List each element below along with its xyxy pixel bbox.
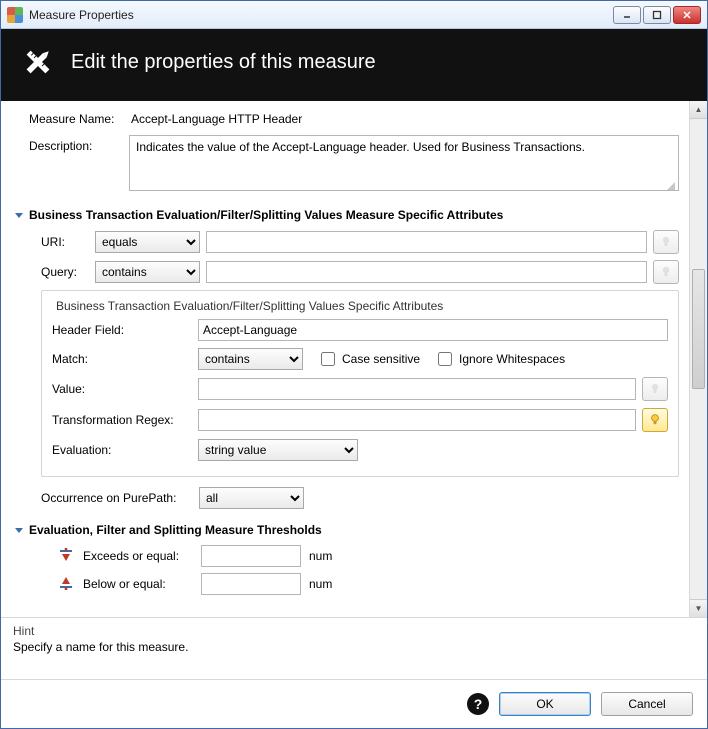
scroll-thumb[interactable] (692, 269, 705, 389)
transformation-regex-helper-button[interactable] (642, 408, 668, 432)
query-value-input[interactable] (206, 261, 647, 283)
below-input[interactable] (201, 573, 301, 595)
header-title: Edit the properties of this measure (71, 51, 376, 74)
occurrence-select[interactable]: all (199, 487, 304, 509)
query-operator-select[interactable]: contains (95, 261, 200, 283)
content: Measure Name: Accept-Language HTTP Heade… (1, 101, 689, 617)
hint-text: Specify a name for this measure. (13, 640, 695, 654)
case-sensitive-label: Case sensitive (342, 352, 420, 366)
help-icon: ? (474, 696, 483, 712)
resize-grip-icon (667, 182, 675, 190)
case-sensitive-checkbox[interactable] (321, 352, 335, 366)
collapse-icon (13, 524, 25, 536)
transformation-regex-input[interactable] (198, 409, 636, 431)
maximize-button[interactable] (643, 6, 671, 24)
exceeds-label: Exceeds or equal: (83, 549, 193, 563)
exceeds-icon (57, 547, 75, 566)
minimize-button[interactable] (613, 6, 641, 24)
app-icon (7, 7, 23, 23)
uri-value-input[interactable] (206, 231, 647, 253)
cancel-button[interactable]: Cancel (601, 692, 693, 716)
uri-operator-select[interactable]: equals (95, 231, 200, 253)
specific-attributes-fieldset: Business Transaction Evaluation/Filter/S… (41, 290, 679, 477)
section-thresholds-title: Evaluation, Filter and Splitting Measure… (29, 523, 322, 537)
header-field-input[interactable] (198, 319, 668, 341)
collapse-icon (13, 209, 25, 221)
bulb-icon (648, 413, 662, 427)
exceeds-input[interactable] (201, 545, 301, 567)
case-sensitive-checkbox-wrap[interactable]: Case sensitive (317, 349, 420, 369)
fieldset-legend: Business Transaction Evaluation/Filter/S… (52, 299, 447, 313)
uri-label: URI: (41, 235, 89, 249)
bulb-icon (659, 235, 673, 249)
vertical-scrollbar[interactable]: ▲ ▼ (689, 101, 707, 617)
occurrence-label: Occurrence on PurePath: (41, 491, 193, 505)
section-bts-title: Business Transaction Evaluation/Filter/S… (29, 208, 503, 222)
scroll-down-button[interactable]: ▼ (690, 599, 707, 617)
dialog-window: Measure Properties (0, 0, 708, 729)
section-bts-attributes[interactable]: Business Transaction Evaluation/Filter/S… (13, 208, 679, 222)
evaluation-select[interactable]: string value (198, 439, 358, 461)
description-input[interactable] (129, 135, 679, 191)
value-label: Value: (52, 382, 192, 396)
ignore-whitespaces-label: Ignore Whitespaces (459, 352, 565, 366)
match-select[interactable]: contains (198, 348, 303, 370)
ruler-pencil-icon (19, 43, 57, 81)
scroll-track[interactable] (690, 119, 707, 599)
uri-regex-helper-button[interactable] (653, 230, 679, 254)
ignore-whitespaces-checkbox-wrap[interactable]: Ignore Whitespaces (434, 349, 565, 369)
query-label: Query: (41, 265, 89, 279)
value-regex-helper-button[interactable] (642, 377, 668, 401)
value-input[interactable] (198, 378, 636, 400)
content-wrap: Measure Name: Accept-Language HTTP Heade… (1, 101, 707, 617)
footer: ? OK Cancel (1, 679, 707, 728)
transformation-regex-label: Transformation Regex: (52, 413, 192, 427)
ignore-whitespaces-checkbox[interactable] (438, 352, 452, 366)
bulb-icon (659, 265, 673, 279)
measure-name-label: Measure Name: (29, 112, 129, 126)
below-label: Below or equal: (83, 577, 193, 591)
titlebar: Measure Properties (1, 1, 707, 29)
exceeds-unit: num (309, 549, 332, 563)
hint-area: Hint Specify a name for this measure. (1, 617, 707, 679)
header-field-label: Header Field: (52, 323, 192, 337)
close-button[interactable] (673, 6, 701, 24)
description-label: Description: (29, 135, 129, 153)
scroll-up-button[interactable]: ▲ (690, 101, 707, 119)
evaluation-label: Evaluation: (52, 443, 192, 457)
help-button[interactable]: ? (467, 693, 489, 715)
below-icon (57, 575, 75, 594)
ok-button[interactable]: OK (499, 692, 591, 716)
query-regex-helper-button[interactable] (653, 260, 679, 284)
measure-name-value: Accept-Language HTTP Header (129, 109, 304, 129)
header: Edit the properties of this measure (1, 29, 707, 101)
section-thresholds[interactable]: Evaluation, Filter and Splitting Measure… (13, 523, 679, 537)
match-label: Match: (52, 352, 192, 366)
hint-title: Hint (13, 624, 695, 638)
below-unit: num (309, 577, 332, 591)
bulb-icon (648, 382, 662, 396)
window-title: Measure Properties (29, 8, 134, 22)
